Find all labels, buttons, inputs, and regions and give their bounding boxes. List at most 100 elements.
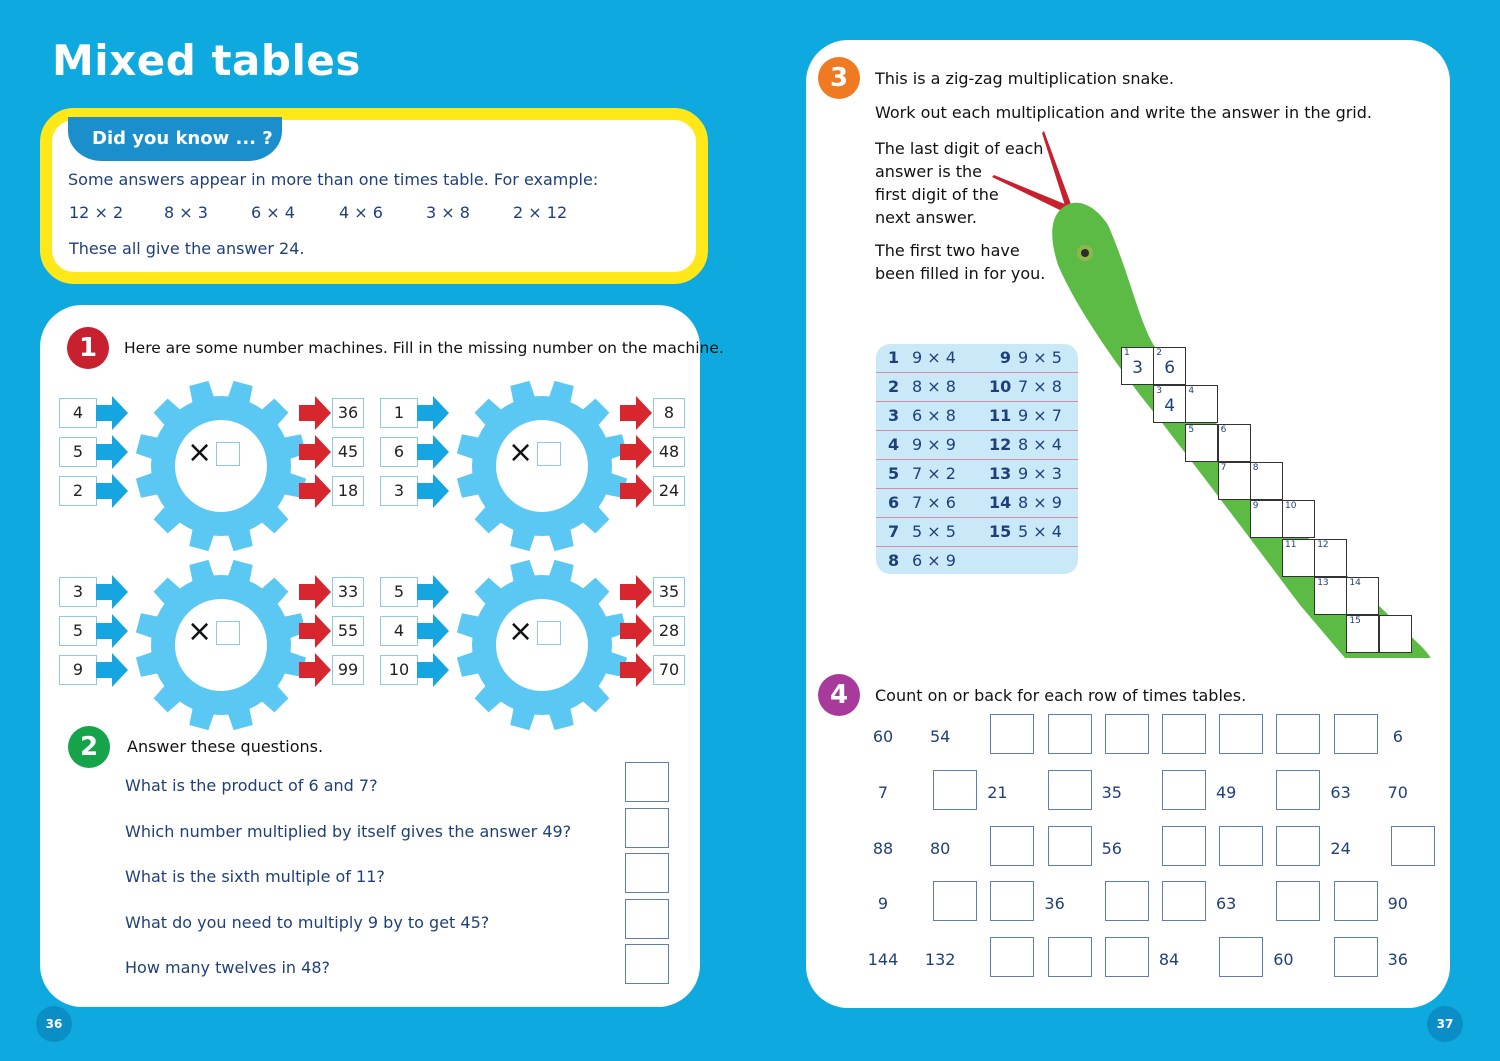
count-number: 24	[1330, 838, 1351, 858]
clue-number: 4	[888, 435, 900, 454]
clue-expression: 7 × 6	[912, 493, 956, 512]
cell-value: 4	[1164, 396, 1176, 417]
grid-cell[interactable]: 13	[1314, 576, 1348, 615]
input-number: 9	[59, 655, 97, 685]
count-answer-box[interactable]	[1333, 937, 1378, 978]
answer-box[interactable]	[625, 807, 669, 848]
grid-cell[interactable]: 34	[1153, 385, 1187, 424]
output-number: 99	[332, 655, 364, 685]
question-2-badge: 2	[68, 726, 110, 768]
input-arrow-icon	[96, 396, 128, 434]
answer-box[interactable]	[625, 853, 669, 893]
missing-number-box[interactable]	[537, 442, 561, 466]
output-number: 70	[653, 655, 685, 685]
clue-expression: 9 × 9	[912, 435, 956, 454]
multiply-sign: ×	[187, 614, 213, 649]
count-number: 80	[930, 838, 951, 858]
clue-number: 9	[999, 348, 1011, 367]
grid-cell[interactable]: 11	[1282, 538, 1315, 577]
input-arrow-icon	[417, 653, 449, 691]
missing-number-box[interactable]	[216, 442, 240, 466]
count-answer-box[interactable]	[1333, 881, 1378, 922]
grid-cell[interactable]: 7	[1217, 461, 1251, 500]
count-answer-box[interactable]	[1333, 714, 1378, 754]
question-text: How many twelves in 48?	[125, 958, 330, 977]
count-answer-box[interactable]	[990, 937, 1035, 978]
count-answer-box[interactable]	[1276, 825, 1321, 866]
gear-icon	[121, 366, 321, 566]
grid-cell[interactable]: 9	[1249, 500, 1283, 539]
clue-row: 1 9 × 4 9 9 × 5	[876, 344, 1078, 373]
page-number-right: 37	[1427, 1006, 1463, 1042]
input-arrow-icon	[417, 474, 449, 512]
count-answer-box[interactable]	[1047, 769, 1092, 810]
count-number: 49	[1216, 782, 1237, 802]
example-expression: 2 × 12	[513, 203, 568, 222]
answer-box[interactable]	[625, 898, 669, 939]
grid-cell[interactable]: 12	[1314, 538, 1348, 577]
count-answer-box[interactable]	[990, 714, 1035, 754]
count-answer-box[interactable]	[1219, 937, 1264, 978]
count-answer-box[interactable]	[1047, 714, 1092, 754]
input-arrow-icon	[417, 575, 449, 613]
input-arrow-icon	[96, 435, 128, 473]
count-answer-box[interactable]	[1219, 714, 1264, 754]
missing-number-box[interactable]	[216, 621, 240, 645]
count-number: 84	[1158, 950, 1180, 970]
grid-cell[interactable]: 5	[1185, 423, 1219, 462]
cell-label: 8	[1252, 462, 1259, 473]
count-answer-box[interactable]	[1276, 881, 1321, 922]
did-you-know-conclusion: These all give the answer 24.	[69, 239, 305, 258]
grid-cell[interactable]: 26	[1153, 347, 1187, 385]
clue-row: 5 7 × 2 13 9 × 3	[876, 460, 1078, 489]
output-number: 55	[332, 616, 364, 646]
count-number: 60	[872, 727, 894, 746]
count-answer-box[interactable]	[1162, 825, 1206, 866]
input-arrow-icon	[96, 614, 128, 652]
count-answer-box[interactable]	[1162, 881, 1206, 922]
input-number: 5	[59, 437, 97, 467]
count-answer-box[interactable]	[990, 825, 1035, 866]
clue-expression: 8 × 8	[912, 377, 956, 396]
clue-expression: 5 × 4	[1018, 522, 1062, 541]
count-answer-box[interactable]	[1047, 825, 1092, 866]
count-answer-box[interactable]	[1219, 825, 1264, 866]
count-answer-box[interactable]	[1104, 714, 1149, 754]
input-number: 5	[380, 577, 418, 607]
count-answer-box[interactable]	[1276, 769, 1321, 810]
count-answer-box[interactable]	[1104, 881, 1149, 922]
missing-number-box[interactable]	[537, 621, 561, 645]
count-answer-box[interactable]	[1162, 714, 1206, 754]
cell-label: 4	[1188, 386, 1195, 397]
count-answer-box[interactable]	[933, 881, 978, 922]
answer-box[interactable]	[625, 762, 669, 802]
clue-number: 12	[989, 435, 1012, 454]
page-number-left: 36	[36, 1006, 72, 1042]
grid-cell[interactable]: 4	[1185, 385, 1219, 424]
output-arrow-icon	[299, 575, 331, 613]
grid-cell[interactable]: 14	[1346, 576, 1380, 615]
cell-label: 7	[1220, 462, 1227, 473]
cell-value: 3	[1132, 358, 1143, 378]
clue-row: 4 9 × 9 12 8 × 4	[876, 431, 1078, 460]
count-answer-box[interactable]	[933, 769, 978, 810]
grid-cell[interactable]: 13	[1121, 347, 1154, 385]
input-arrow-icon	[417, 614, 449, 652]
question-4-badge: 4	[818, 674, 860, 716]
example-expression: 12 × 2	[69, 203, 124, 222]
answer-box[interactable]	[625, 944, 669, 984]
count-answer-box[interactable]	[990, 881, 1035, 922]
grid-cell[interactable]	[1378, 615, 1412, 654]
grid-cell[interactable]: 6	[1217, 423, 1251, 462]
count-answer-box[interactable]	[1047, 937, 1092, 978]
count-answer-box[interactable]	[1276, 714, 1321, 754]
count-answer-box[interactable]	[1162, 769, 1206, 810]
count-answer-box[interactable]	[1104, 937, 1149, 978]
count-answer-box[interactable]	[1390, 825, 1435, 866]
grid-cell[interactable]: 15	[1346, 615, 1380, 654]
output-number: 35	[653, 577, 685, 607]
multiply-sign: ×	[508, 614, 534, 649]
cell-label: 10	[1285, 501, 1297, 512]
grid-cell[interactable]: 10	[1282, 500, 1315, 539]
grid-cell[interactable]: 8	[1249, 461, 1283, 500]
